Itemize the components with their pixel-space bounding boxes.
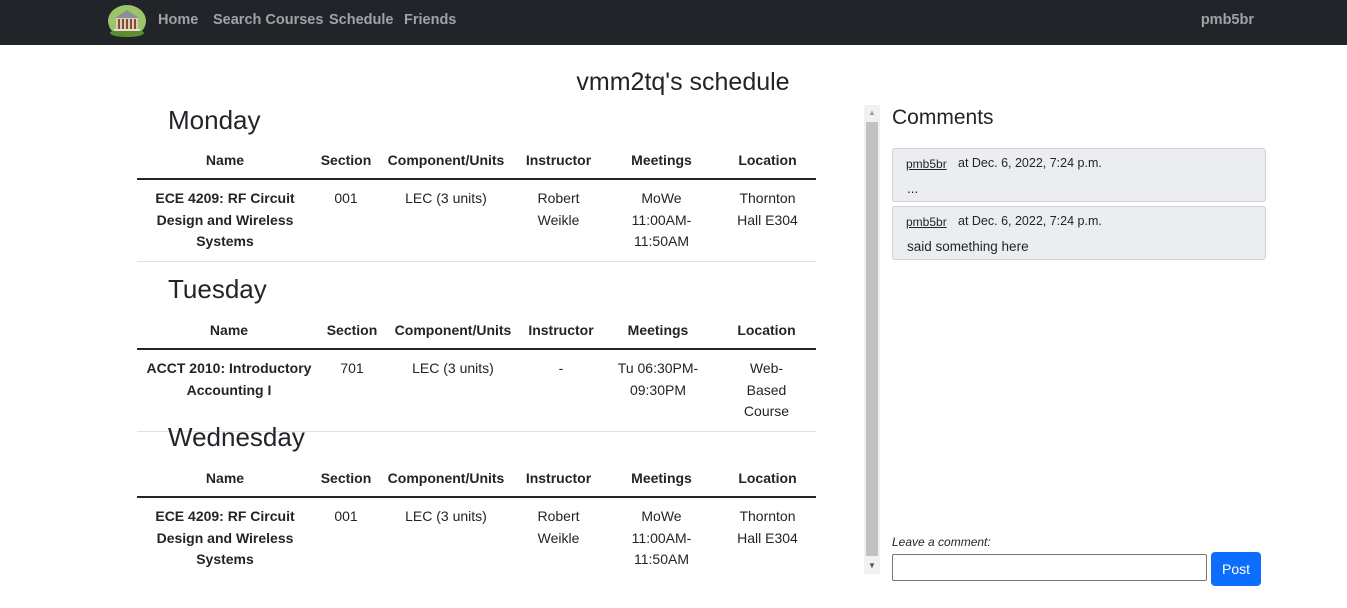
- course-name: ECE 4209: RF Circuit Design and Wireless…: [137, 179, 313, 262]
- comment-text: said something here: [907, 239, 1029, 254]
- table-row: ACCT 2010: Introductory Accounting I 701…: [137, 349, 816, 432]
- nav-friends-link[interactable]: Friends: [404, 12, 456, 28]
- col-header-component: Component/Units: [383, 311, 523, 350]
- course-component: LEC (3 units): [383, 349, 523, 432]
- col-header-location: Location: [719, 459, 816, 498]
- day-heading-monday: Monday: [168, 105, 261, 135]
- schedule-table-tuesday: Name Section Component/Units Instructor …: [137, 311, 816, 432]
- col-header-location: Location: [719, 141, 816, 180]
- course-component: LEC (3 units): [405, 508, 487, 524]
- course-section: 001: [313, 179, 379, 262]
- nav-home-link[interactable]: Home: [158, 12, 198, 28]
- page-title: vmm2tq's schedule: [576, 68, 790, 96]
- comment-timestamp: at Dec. 6, 2022, 7:24 p.m.: [958, 214, 1102, 228]
- post-button[interactable]: Post: [1211, 552, 1261, 586]
- col-header-name: Name: [137, 141, 313, 180]
- day-heading-wednesday: Wednesday: [168, 422, 305, 452]
- schedule-table-monday: Name Section Component/Units Instructor …: [137, 141, 816, 262]
- comment-user-link[interactable]: pmb5br: [906, 157, 947, 171]
- col-header-name: Name: [137, 459, 313, 498]
- course-meetings: MoWe 11:00AM-11:50AM: [604, 179, 719, 262]
- course-location: Thornton Hall E304: [719, 179, 816, 262]
- comment-item: pmb5br at Dec. 6, 2022, 7:24 p.m. said s…: [892, 206, 1266, 260]
- day-heading-tuesday: Tuesday: [168, 274, 267, 304]
- col-header-meetings: Meetings: [604, 459, 719, 498]
- col-header-instructor: Instructor: [513, 141, 604, 180]
- comment-input[interactable]: [892, 554, 1207, 581]
- col-header-section: Section: [313, 459, 379, 498]
- course-location: Thornton Hall E304: [737, 508, 798, 546]
- col-header-meetings: Meetings: [599, 311, 717, 350]
- course-meetings: MoWe 11:00AM-11:50AM: [631, 508, 692, 567]
- comment-text: ...: [907, 181, 919, 196]
- nav-schedule-link[interactable]: Schedule: [329, 12, 393, 28]
- course-section: 701: [321, 349, 383, 432]
- leave-comment-label: Leave a comment:: [892, 535, 991, 549]
- schedule-scrollbar[interactable]: ▲ ▼: [864, 105, 880, 574]
- course-component: LEC (3 units): [379, 179, 513, 262]
- navbar: Home Search Courses Schedule Friends pmb…: [0, 0, 1347, 45]
- col-header-location: Location: [717, 311, 816, 350]
- course-meetings: Tu 06:30PM-09:30PM: [599, 349, 717, 432]
- table-header-row: Name Section Component/Units Instructor …: [137, 311, 816, 350]
- course-name: ACCT 2010: Introductory Accounting I: [137, 349, 321, 432]
- course-instructor: Robert Weikle: [513, 179, 604, 262]
- table-row: ECE 4209: RF Circuit Design and Wireless…: [137, 179, 816, 262]
- scroll-up-arrow-icon[interactable]: ▲: [864, 105, 880, 121]
- course-instructor: Robert Weikle: [537, 508, 580, 546]
- nav-search-courses-link[interactable]: Search Courses: [213, 12, 323, 28]
- col-header-section: Section: [313, 141, 379, 180]
- col-header-component: Component/Units: [379, 141, 513, 180]
- col-header-meetings: Meetings: [604, 141, 719, 180]
- course-location: Web-Based Course: [717, 349, 816, 432]
- col-header-name: Name: [137, 311, 321, 350]
- col-header-component: Component/Units: [379, 459, 513, 498]
- course-name: ECE 4209: RF Circuit Design and Wireless…: [155, 508, 295, 567]
- rotunda-logo-icon[interactable]: [107, 4, 147, 37]
- scrollbar-thumb[interactable]: [866, 122, 878, 556]
- table-header-row: Name Section Component/Units Instructor …: [137, 141, 816, 180]
- course-section: 001: [334, 508, 358, 524]
- col-header-instructor: Instructor: [513, 459, 604, 498]
- comment-timestamp: at Dec. 6, 2022, 7:24 p.m.: [958, 156, 1102, 170]
- nav-username[interactable]: pmb5br: [1201, 12, 1254, 28]
- comments-title: Comments: [892, 106, 994, 129]
- course-instructor: -: [523, 349, 599, 432]
- schedule-table-wednesday: Name Section Component/Units Instructor …: [137, 459, 816, 579]
- comment-item: pmb5br at Dec. 6, 2022, 7:24 p.m. ...: [892, 148, 1266, 202]
- table-header-row: Name Section Component/Units Instructor …: [137, 459, 816, 498]
- table-row: ECE 4209: RF Circuit Design and Wireless…: [137, 497, 816, 579]
- comment-user-link[interactable]: pmb5br: [906, 215, 947, 229]
- col-header-instructor: Instructor: [523, 311, 599, 350]
- scroll-down-arrow-icon[interactable]: ▼: [864, 558, 880, 574]
- col-header-section: Section: [321, 311, 383, 350]
